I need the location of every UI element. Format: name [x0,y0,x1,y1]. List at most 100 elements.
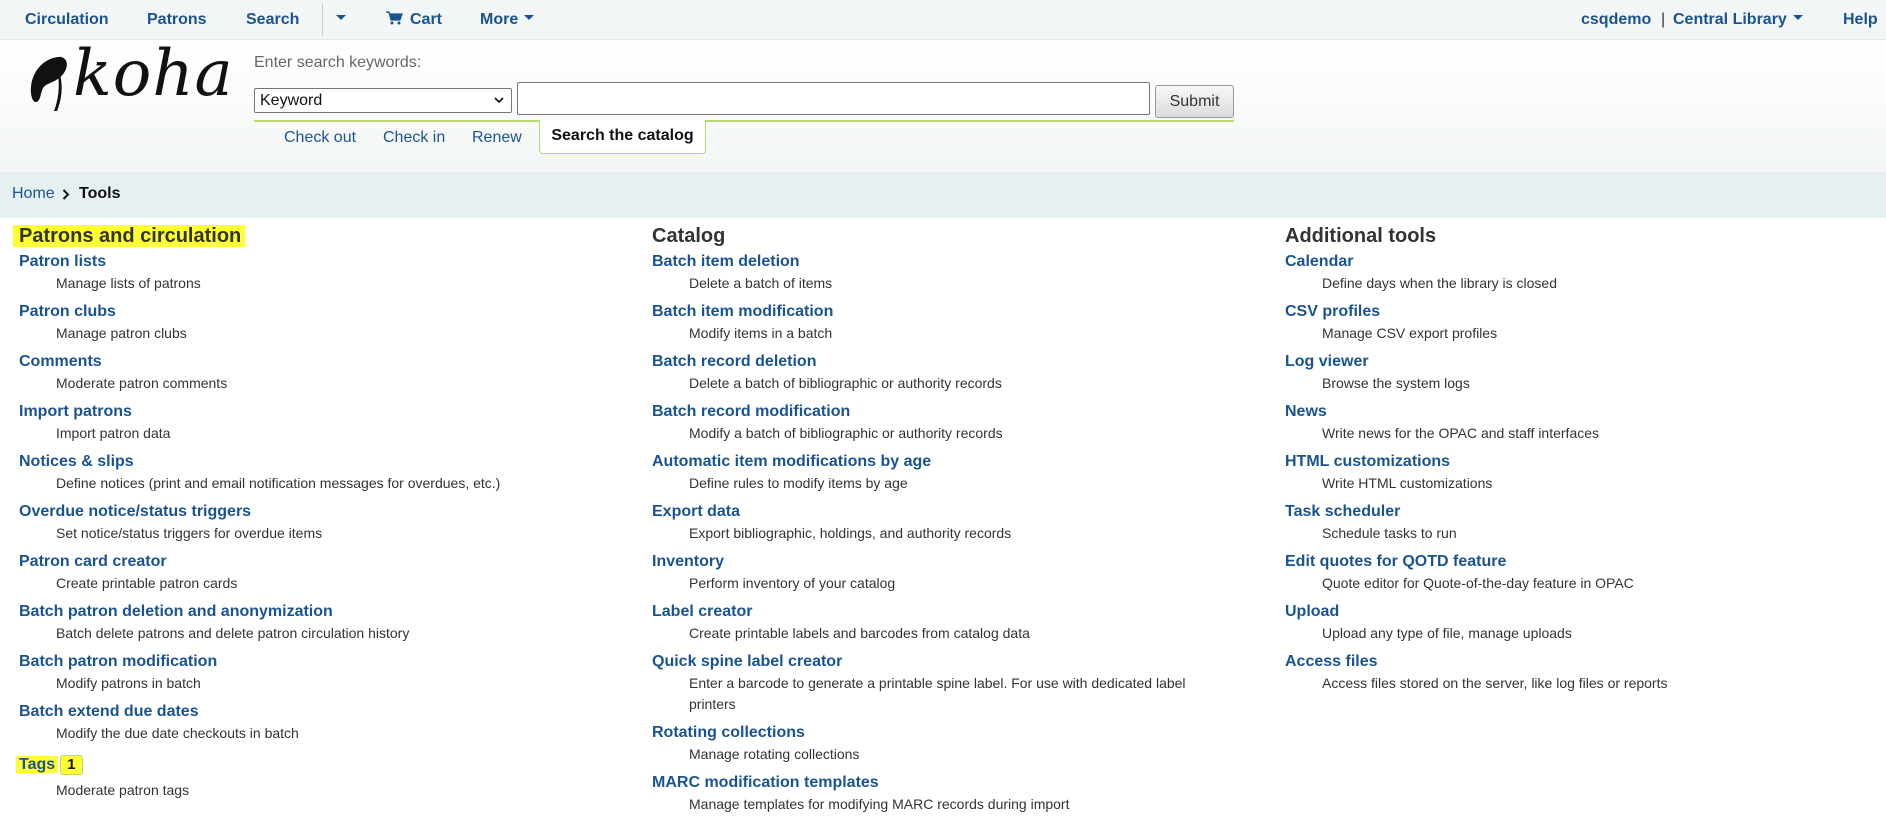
nav-more-label: More [480,11,519,28]
nav-library[interactable]: Central Library [1673,0,1803,40]
section-heading: Catalog [652,225,726,247]
tool-item: Batch item deletion Delete a batch of ite… [652,252,1242,294]
nav-help[interactable]: Help [1843,0,1878,40]
tool-description: Import patron data [56,425,171,441]
tab-search-catalog[interactable]: Search the catalog [539,120,706,154]
tab-renew[interactable]: Renew [472,129,522,147]
tool-link[interactable]: Batch patron deletion and anonymization [19,603,333,620]
tool-link[interactable]: Tags [16,756,59,773]
tool-link[interactable]: Inventory [652,553,724,570]
nav-cart-label: Cart [410,11,443,28]
nav-more[interactable]: More [480,0,535,40]
tool-link[interactable]: Export data [652,503,740,520]
tool-description: Define rules to modify items by age [689,475,908,491]
chevron-down-icon [336,15,346,21]
tool-item: Export data Export bibliographic, holding… [652,502,1242,544]
tool-link[interactable]: Calendar [1285,253,1353,270]
tool-item: Upload Upload any type of file, manage up… [1285,602,1667,644]
tool-item: Label creator Create printable labels and… [652,602,1242,644]
nav-library-label: Central Library [1673,11,1787,28]
tool-link[interactable]: Batch item modification [652,303,833,320]
tool-link[interactable]: Patron lists [19,253,106,270]
tool-link[interactable]: Quick spine label creator [652,653,842,670]
tool-item: Batch record deletion Delete a batch of b… [652,352,1242,394]
tool-item: Import patrons Import patron data [19,402,500,444]
tool-item: Overdue notice/status triggers Set notice… [19,502,500,544]
tool-link[interactable]: Batch extend due dates [19,703,199,720]
tool-description: Perform inventory of your catalog [689,575,896,591]
tool-link[interactable]: Patron card creator [19,553,167,570]
tool-item: HTML customizations Write HTML customizat… [1285,452,1667,494]
tool-description: Export bibliographic, holdings, and auth… [689,525,1012,541]
tool-description: Enter a barcode to generate a printable … [689,675,1186,712]
tool-description: Modify the due date checkouts in batch [56,725,299,741]
tool-item: Batch patron modification Modify patrons … [19,652,500,694]
header: koha Enter search keywords: Keyword Subm… [0,37,1886,172]
nav-circulation[interactable]: Circulation [25,0,109,40]
tool-description: Moderate patron tags [56,782,190,798]
tool-description: Quote editor for Quote-of-the-day featur… [1322,575,1634,591]
tool-link[interactable]: Patron clubs [19,303,116,320]
tool-description: Access files stored on the server, like … [1322,675,1668,691]
tool-item: Tags 1 Moderate patron tags [16,755,500,801]
tool-item: Log viewer Browse the system logs [1285,352,1667,394]
tool-link[interactable]: Batch item deletion [652,253,800,270]
tool-item: Comments Moderate patron comments [19,352,500,394]
tab-check-out[interactable]: Check out [284,129,356,147]
tool-description: Browse the system logs [1322,375,1470,391]
column-catalog: Catalog Batch item deletion Delete a batc… [652,222,1242,815]
tool-link[interactable]: MARC modification templates [652,774,879,791]
nav-divider [322,3,323,36]
tool-description: Manage templates for modifying MARC reco… [689,796,1070,812]
tool-description: Upload any type of file, manage uploads [1322,625,1572,641]
breadcrumb: Home Tools [0,172,1886,218]
tool-link[interactable]: Label creator [652,603,752,620]
search-type-select[interactable]: Keyword [254,88,512,113]
tool-item: Patron lists Manage lists of patrons [19,252,500,294]
tool-description: Delete a batch of items [689,275,833,291]
tool-link[interactable]: Rotating collections [652,724,805,741]
tool-link[interactable]: Import patrons [19,403,132,420]
tool-link-label: Tags [16,756,59,773]
tool-link[interactable]: Notices & slips [19,453,134,470]
tool-link[interactable]: Batch patron modification [19,653,217,670]
tool-link[interactable]: Log viewer [1285,353,1369,370]
tool-link[interactable]: Overdue notice/status triggers [19,503,251,520]
chevron-down-icon [524,15,535,21]
nav-cart[interactable]: Cart [386,0,442,40]
tool-description: Write news for the OPAC and staff interf… [1322,425,1600,441]
nav-search[interactable]: Search [246,0,299,40]
tool-link[interactable]: Upload [1285,603,1339,620]
tool-link[interactable]: Comments [19,353,102,370]
tab-check-in[interactable]: Check in [383,129,445,147]
submit-button[interactable]: Submit [1155,85,1234,118]
tool-link[interactable]: CSV profiles [1285,303,1380,320]
tool-item: Quick spine label creator Enter a barcode… [652,652,1242,715]
tool-link[interactable]: Batch record deletion [652,353,816,370]
chevron-down-icon [494,97,504,104]
tool-link[interactable]: HTML customizations [1285,453,1450,470]
breadcrumb-home[interactable]: Home [12,185,55,203]
nav-search-dropdown[interactable] [336,0,350,40]
tool-item: Inventory Perform inventory of your catal… [652,552,1242,594]
nav-user[interactable]: csqdemo [1581,0,1651,40]
tool-link[interactable]: Edit quotes for QOTD feature [1285,553,1506,570]
pending-tags-badge: 1 [60,755,83,775]
tool-link[interactable]: Access files [1285,653,1378,670]
tool-description: Write HTML customizations [1322,475,1493,491]
tool-link[interactable]: Automatic item modifications by age [652,453,931,470]
tool-link[interactable]: Task scheduler [1285,503,1400,520]
tool-description: Moderate patron comments [56,375,228,391]
search-tab-underline [254,120,1234,122]
tool-description: Modify a batch of bibliographic or autho… [689,425,1003,441]
nav-patrons[interactable]: Patrons [147,0,207,40]
search-input[interactable] [517,82,1150,115]
tool-item: CSV profiles Manage CSV export profiles [1285,302,1667,344]
tool-link[interactable]: News [1285,403,1327,420]
tool-description: Batch delete patrons and delete patron c… [56,625,410,641]
tool-item: Access files Access files stored on the s… [1285,652,1667,694]
search-label: Enter search keywords: [254,54,422,71]
tool-link[interactable]: Batch record modification [652,403,850,420]
koha-logo[interactable]: koha [28,37,233,118]
column-additional-tools: Additional tools Calendar Define days whe… [1285,222,1667,694]
